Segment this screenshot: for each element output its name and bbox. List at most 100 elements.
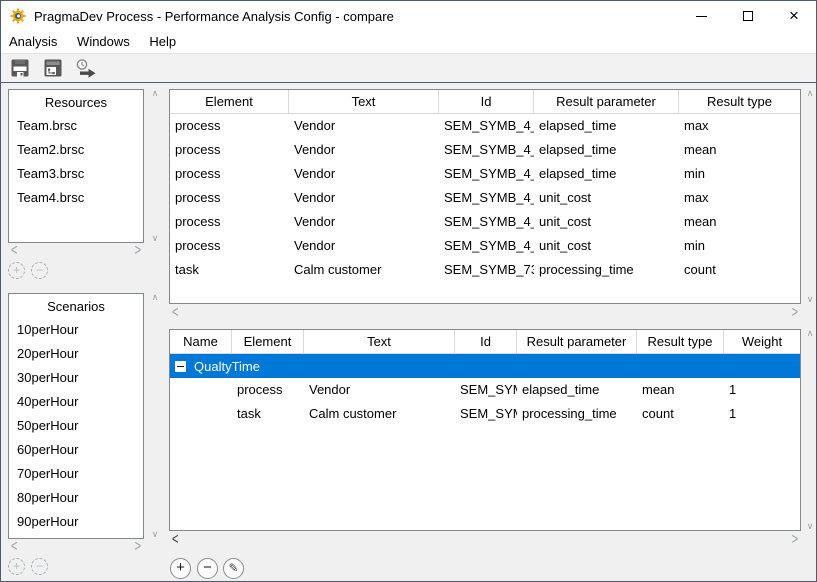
cell-result-type: count [637, 402, 724, 426]
cell-result-type: min [679, 234, 800, 258]
cell-result-type: max [679, 114, 800, 138]
cell-result-type: mean [679, 210, 800, 234]
add-scenario-button[interactable]: + [8, 558, 25, 575]
column-header-text[interactable]: Text [289, 90, 439, 113]
cell-text: Calm customer [289, 258, 439, 282]
results-horizontal-scrollbar[interactable]: < > [169, 307, 801, 320]
column-header-result-type[interactable]: Result type [679, 90, 800, 113]
title-bar: PragmaDev Process - Performance Analysis… [1, 1, 816, 31]
results-row[interactable]: process Vendor SEM_SYMB_4_4 unit_cost ma… [170, 186, 800, 210]
scroll-down-arrow[interactable]: ∨ [152, 530, 159, 539]
column-header-id[interactable]: Id [439, 90, 534, 113]
maximize-icon [743, 11, 753, 21]
kpi-child-row[interactable]: task Calm customer SEM_SYM processing_ti… [170, 402, 800, 426]
scroll-right-arrow[interactable]: > [792, 533, 798, 548]
scenario-item[interactable]: 10perHour [9, 318, 143, 342]
export-results-button[interactable] [41, 56, 65, 80]
resource-item[interactable]: Team3.brsc [9, 162, 143, 186]
remove-kpi-button[interactable]: − [197, 558, 218, 579]
kpi-vertical-scrollbar[interactable]: ∧ ∨ [802, 329, 817, 531]
results-table-header: Element Text Id Result parameter Result … [170, 90, 800, 114]
edit-kpi-button[interactable]: ✎ [223, 558, 244, 579]
kpi-child-row[interactable]: process Vendor SEM_SYM elapsed_time mean… [170, 378, 800, 402]
scroll-up-arrow[interactable]: ∧ [807, 329, 814, 338]
cell-id: SEM_SYMB_4_4 [439, 162, 534, 186]
scroll-down-arrow[interactable]: ∨ [152, 234, 159, 243]
menu-item-windows[interactable]: Windows [77, 31, 130, 53]
resources-title: Resources [9, 90, 143, 114]
save-button[interactable] [8, 56, 32, 80]
close-button[interactable]: × [776, 1, 812, 31]
kpi-group-row-selected[interactable]: QualtyTime [170, 354, 800, 378]
results-vertical-scrollbar[interactable]: ∧ ∨ [802, 89, 817, 304]
remove-resource-button[interactable]: − [31, 262, 48, 279]
results-row[interactable]: task Calm customer SEM_SYMB_73 processin… [170, 258, 800, 282]
menu-item-help[interactable]: Help [149, 31, 176, 53]
results-row[interactable]: process Vendor SEM_SYMB_4_4 elapsed_time… [170, 114, 800, 138]
scroll-up-arrow[interactable]: ∧ [807, 89, 814, 98]
scroll-up-arrow[interactable]: ∧ [152, 89, 159, 98]
scenario-item[interactable]: 40perHour [9, 390, 143, 414]
cell-element: process [170, 186, 289, 210]
menu-bar: Analysis Windows Help [1, 31, 816, 53]
scenarios-vertical-scrollbar[interactable]: ∧ ∨ [147, 293, 163, 539]
scroll-left-arrow[interactable]: < [172, 306, 178, 321]
resource-item[interactable]: Team4.brsc [9, 186, 143, 210]
results-row[interactable]: process Vendor SEM_SYMB_4_4 unit_cost mi… [170, 234, 800, 258]
resource-item[interactable]: Team2.brsc [9, 138, 143, 162]
scenarios-horizontal-scrollbar[interactable]: < > [8, 541, 144, 554]
cell-id: SEM_SYMB_4_4 [439, 138, 534, 162]
scroll-left-arrow[interactable]: < [172, 533, 178, 548]
remove-scenario-button[interactable]: − [31, 558, 48, 575]
scroll-up-arrow[interactable]: ∧ [152, 293, 159, 302]
column-header-text[interactable]: Text [304, 330, 455, 353]
scroll-down-arrow[interactable]: ∨ [807, 522, 814, 531]
menu-item-analysis[interactable]: Analysis [9, 31, 57, 53]
cell-id: SEM_SYMB_4_4 [439, 234, 534, 258]
cell-text: Vendor [289, 162, 439, 186]
window-title: PragmaDev Process - Performance Analysis… [34, 9, 394, 24]
column-header-result-type[interactable]: Result type [637, 330, 724, 353]
scroll-left-arrow[interactable]: < [11, 244, 17, 259]
scenario-item[interactable]: 80perHour [9, 486, 143, 510]
minimize-button[interactable] [683, 1, 719, 31]
add-resource-button[interactable]: + [8, 262, 25, 279]
results-row[interactable]: process Vendor SEM_SYMB_4_4 elapsed_time… [170, 138, 800, 162]
kpi-horizontal-scrollbar[interactable]: < > [169, 534, 801, 547]
results-row[interactable]: process Vendor SEM_SYMB_4_4 elapsed_time… [170, 162, 800, 186]
run-performance-button[interactable] [74, 56, 98, 80]
scroll-right-arrow[interactable]: > [135, 244, 141, 259]
scenario-item[interactable]: 60perHour [9, 438, 143, 462]
column-header-result-parameter[interactable]: Result parameter [517, 330, 637, 353]
cell-element: process [170, 162, 289, 186]
scenario-item[interactable]: 70perHour [9, 462, 143, 486]
scroll-down-arrow[interactable]: ∨ [807, 295, 814, 304]
column-header-element[interactable]: Element [232, 330, 304, 353]
scenario-item[interactable]: 20perHour [9, 342, 143, 366]
column-header-result-parameter[interactable]: Result parameter [534, 90, 679, 113]
resource-item[interactable]: Team.brsc [9, 114, 143, 138]
scroll-left-arrow[interactable]: < [11, 540, 17, 555]
scroll-right-arrow[interactable]: > [135, 540, 141, 555]
maximize-button[interactable] [730, 1, 766, 31]
collapse-toggle-icon[interactable] [175, 361, 186, 372]
scenario-item[interactable]: 30perHour [9, 366, 143, 390]
cell-element: process [170, 234, 289, 258]
scroll-right-arrow[interactable]: > [792, 306, 798, 321]
column-header-element[interactable]: Element [170, 90, 289, 113]
cell-element: process [170, 114, 289, 138]
results-row[interactable]: process Vendor SEM_SYMB_4_4 unit_cost me… [170, 210, 800, 234]
column-header-id[interactable]: Id [455, 330, 517, 353]
cell-result-parameter: unit_cost [534, 210, 679, 234]
cell-result-type: count [679, 258, 800, 282]
cell-id: SEM_SYMB_4_4 [439, 210, 534, 234]
resources-horizontal-scrollbar[interactable]: < > [8, 245, 144, 258]
column-header-name[interactable]: Name [170, 330, 232, 353]
kpi-group-name: QualtyTime [194, 359, 260, 374]
scenario-item[interactable]: 90perHour [9, 510, 143, 534]
scenario-item[interactable]: 50perHour [9, 414, 143, 438]
add-kpi-button[interactable]: + [170, 558, 191, 579]
resources-vertical-scrollbar[interactable]: ∧ ∨ [147, 89, 163, 243]
column-header-weight[interactable]: Weight [724, 330, 800, 353]
cell-result-type: mean [637, 378, 724, 402]
